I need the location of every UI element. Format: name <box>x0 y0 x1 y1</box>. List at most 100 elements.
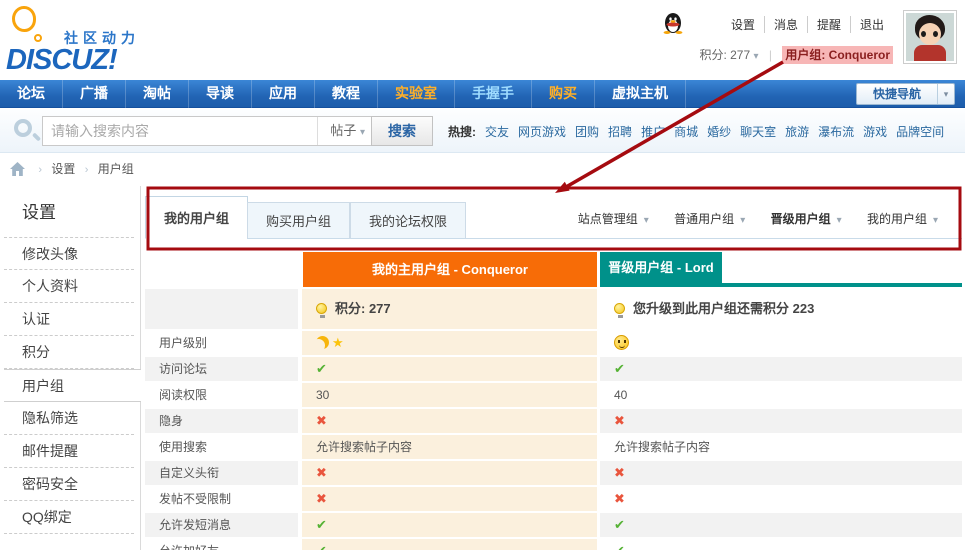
cross-icon: ✖ <box>614 491 625 506</box>
credits-caret-icon[interactable]: ▾ <box>753 51 758 62</box>
logout-link[interactable]: 退出 <box>850 16 893 33</box>
search-button[interactable]: 搜索 <box>371 116 433 146</box>
nav-item-buy[interactable]: 购买 <box>532 80 595 108</box>
search-type-dropdown[interactable]: 帖子 ▾ <box>317 117 365 145</box>
hot-link[interactable]: 推广 <box>641 125 665 139</box>
sidebar-item-qq-bind[interactable]: QQ绑定 <box>4 501 134 534</box>
cross-icon: ✖ <box>614 413 625 428</box>
search-box: 帖子 ▾ <box>42 116 372 146</box>
header-user-links: 设置消息提醒退出 <box>722 16 893 33</box>
hot-link[interactable]: 招聘 <box>608 125 632 139</box>
moon-icon <box>316 336 329 349</box>
home-icon[interactable] <box>10 162 25 176</box>
settings-sidebar: 设置 修改头像 个人资料 认证 积分 用户组 隐私筛选 邮件提醒 密码安全 QQ… <box>4 186 141 550</box>
level-cell <box>600 331 962 355</box>
search-bar: 帖子 ▾ 搜索 热搜:交友网页游戏团购招聘推广商城婚纱聊天室旅游瀑布流游戏品牌空… <box>0 109 965 153</box>
check-icon: ✔ <box>316 517 327 532</box>
nav-item-taotie[interactable]: 淘帖 <box>126 80 189 108</box>
filter-upgrade-groups[interactable]: 晋级用户组▾ <box>771 212 842 226</box>
filter-normal-groups[interactable]: 普通用户组▾ <box>674 212 745 226</box>
smiley-icon <box>614 335 629 350</box>
sidebar-item-verify[interactable]: 认证 <box>4 303 134 336</box>
search-permission-value: 允许搜索帖子内容 <box>600 435 962 459</box>
header-user-status: 积分: 277 ▾ | 用户组: Conqueror <box>699 46 893 63</box>
nav-item-guide[interactable]: 导读 <box>189 80 252 108</box>
nav-item-lab[interactable]: 实验室 <box>378 80 455 108</box>
filter-site-admin-groups[interactable]: 站点管理组▾ <box>578 212 649 226</box>
page: 社区动力 DISCUZ! 设置消息提醒退出 积分: 277 ▾ | 用户组: C… <box>0 0 965 550</box>
chevron-down-icon: ▾ <box>644 215 649 226</box>
usergroup-value[interactable]: 用户组: Conqueror <box>782 46 893 64</box>
current-points: 积分: 277 <box>302 289 597 329</box>
sidebar-item-mail-notify[interactable]: 邮件提醒 <box>4 435 134 468</box>
row-label: 允许加好友 <box>145 539 298 550</box>
current-group-column: 积分: 277 ★ ✔ 30 ✖ 允许搜索帖子内容 ✖ ✖ ✔ ✔ <box>302 289 597 550</box>
avatar-shirt <box>914 45 946 61</box>
hot-link[interactable]: 品牌空间 <box>896 125 944 139</box>
user-avatar[interactable] <box>903 10 957 64</box>
hot-link[interactable]: 商城 <box>674 125 698 139</box>
group-filter-links: 站点管理组▾ 普通用户组▾ 晋级用户组▾ 我的用户组▾ <box>556 210 938 227</box>
nav-item-forum[interactable]: 论坛 <box>0 80 63 108</box>
row-label: 发帖不受限制 <box>145 487 298 511</box>
bulb-icon <box>316 303 327 314</box>
hot-link[interactable]: 团购 <box>575 125 599 139</box>
upgrade-group-header: 晋级用户组 - Lord <box>600 252 722 283</box>
quick-nav-button[interactable]: 快捷导航 ▾ <box>856 83 955 105</box>
tab-buy-usergroup[interactable]: 购买用户组 <box>247 202 350 239</box>
read-permission-value: 30 <box>302 383 597 407</box>
hot-link[interactable]: 游戏 <box>863 125 887 139</box>
sidebar-item-profile[interactable]: 个人资料 <box>4 270 134 303</box>
hot-link[interactable]: 聊天室 <box>740 125 776 139</box>
chevron-down-icon: ▾ <box>837 215 842 226</box>
cross-icon: ✖ <box>614 465 625 480</box>
upgrade-points: 您升级到此用户组还需积分 223 <box>600 289 962 329</box>
sidebar-item-avatar[interactable]: 修改头像 <box>4 237 134 270</box>
upgrade-header-underline <box>600 283 962 287</box>
hot-link[interactable]: 网页游戏 <box>518 125 566 139</box>
breadcrumb-settings[interactable]: 设置 <box>51 162 75 176</box>
nav-item-vps[interactable]: 虚拟主机 <box>595 80 686 108</box>
read-permission-value: 40 <box>600 383 962 407</box>
notifications-link[interactable]: 提醒 <box>807 16 850 33</box>
row-label: 使用搜索 <box>145 435 298 459</box>
search-type-caret-icon: ▾ <box>360 127 365 138</box>
tab-forum-permissions[interactable]: 我的论坛权限 <box>350 202 466 239</box>
row-label: 用户级别 <box>145 331 298 355</box>
cross-icon: ✖ <box>316 413 327 428</box>
site-logo[interactable]: 社区动力 DISCUZ! <box>8 4 158 78</box>
credits-value[interactable]: 积分: 277 <box>699 48 750 62</box>
hot-link[interactable]: 交友 <box>485 125 509 139</box>
quick-nav-caret-icon[interactable]: ▾ <box>937 84 954 104</box>
filter-my-groups[interactable]: 我的用户组▾ <box>867 212 938 226</box>
sidebar-item-privacy[interactable]: 隐私筛选 <box>4 402 134 435</box>
sidebar-item-usergroup[interactable]: 用户组 <box>4 369 141 402</box>
check-icon: ✔ <box>614 543 625 550</box>
nav-item-handshake[interactable]: 手握手 <box>455 80 532 108</box>
tab-my-usergroup[interactable]: 我的用户组 <box>145 196 248 239</box>
star-icon: ★ <box>332 335 344 350</box>
hot-link[interactable]: 婚纱 <box>707 125 731 139</box>
level-cell: ★ <box>302 331 597 355</box>
row-label: 隐身 <box>145 409 298 433</box>
cross-icon: ✖ <box>316 465 327 480</box>
check-icon: ✔ <box>316 361 327 376</box>
logo-lamp-icon <box>12 6 36 32</box>
nav-item-apps[interactable]: 应用 <box>252 80 315 108</box>
nav-item-broadcast[interactable]: 广播 <box>63 80 126 108</box>
cross-icon: ✖ <box>316 491 327 506</box>
sidebar-item-credits[interactable]: 积分 <box>4 336 134 369</box>
breadcrumb-usergroup[interactable]: 用户组 <box>98 162 134 176</box>
main-nav: 论坛 广播 淘帖 导读 应用 教程 实验室 手握手 购买 虚拟主机 快捷导航 ▾ <box>0 80 965 108</box>
qq-penguin-icon <box>663 12 683 34</box>
sidebar-title: 设置 <box>4 186 140 237</box>
bulb-icon <box>614 303 625 314</box>
settings-link[interactable]: 设置 <box>722 16 764 33</box>
hot-link[interactable]: 瀑布流 <box>818 125 854 139</box>
sidebar-item-password[interactable]: 密码安全 <box>4 468 134 501</box>
search-input[interactable] <box>51 118 291 144</box>
nav-item-tutorial[interactable]: 教程 <box>315 80 378 108</box>
hot-link[interactable]: 旅游 <box>785 125 809 139</box>
check-icon: ✔ <box>614 517 625 532</box>
messages-link[interactable]: 消息 <box>764 16 807 33</box>
